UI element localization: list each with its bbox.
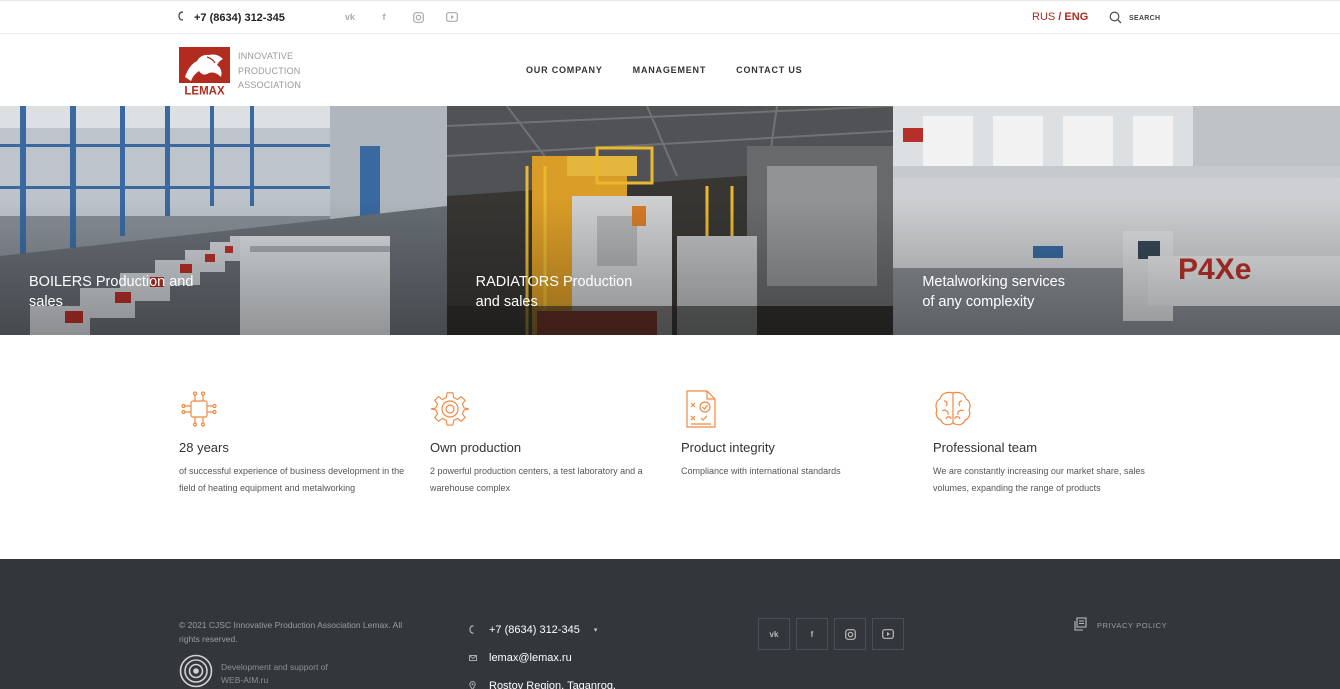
logo-text: LEMAX bbox=[184, 86, 225, 97]
privacy-label: PRIVACY POLICY bbox=[1097, 620, 1168, 630]
top-phone[interactable]: +7 (8634) 312-345 bbox=[178, 11, 285, 24]
tagline-line-1: INNOVATIVE bbox=[238, 51, 294, 61]
feature-title: Product integrity bbox=[681, 440, 775, 455]
feature-description: Compliance with international standards bbox=[681, 466, 841, 476]
hero-panel-radiators[interactable]: RADIATORS Production and sales bbox=[446, 106, 894, 335]
logo-tagline: INNOVATIVE PRODUCTION ASSOCIATION bbox=[238, 49, 301, 93]
developer-text: Development and support of WEB-AIM.ru bbox=[221, 661, 328, 687]
facebook-icon[interactable]: f bbox=[377, 10, 391, 24]
hero-caption-metalworking: Metalworking services of any complexity bbox=[922, 272, 1065, 312]
footer-address-row: Rostov Region, Taganrog, bbox=[469, 672, 616, 689]
tagline-line-2: PRODUCTION bbox=[238, 65, 301, 76]
copyright-text: © 2021 CJSC Innovative Production Associ… bbox=[179, 620, 403, 644]
lang-rus[interactable]: RUS bbox=[1032, 11, 1055, 23]
footer-email-row[interactable]: lemax@lemax.ru bbox=[469, 644, 616, 672]
gear-icon bbox=[430, 389, 470, 429]
feature-integrity: Product integrity Compliance with intern… bbox=[681, 389, 921, 480]
caption-line: of any complexity bbox=[922, 294, 1035, 310]
nav-management[interactable]: MANAGEMENT bbox=[633, 65, 707, 75]
top-bar: +7 (8634) 312-345 vk f RUS / ENG SEARCH bbox=[0, 0, 1340, 34]
youtube-icon[interactable] bbox=[872, 618, 904, 650]
tagline-line-3: ASSOCIATION bbox=[238, 80, 302, 90]
hero-panels: BOILERS Production and sales RADIATORS P… bbox=[0, 106, 1340, 335]
main-nav: OUR COMPANY MANAGEMENT CONTACT US bbox=[526, 65, 802, 75]
lemax-logo[interactable]: LEMAX bbox=[179, 47, 230, 98]
feature-description: We are constantly increasing our market … bbox=[933, 466, 1145, 493]
lang-eng[interactable]: ENG bbox=[1064, 11, 1088, 23]
caption-line: BOILERS Production and bbox=[29, 274, 194, 290]
footer-social-links: vk f bbox=[758, 618, 904, 650]
instagram-icon[interactable] bbox=[834, 618, 866, 650]
vk-icon[interactable]: vk bbox=[343, 10, 357, 24]
web-aim-logo-icon bbox=[179, 654, 213, 689]
footer-contacts: +7 (8634) 312-345 ▾ lemax@lemax.ru Rosto… bbox=[469, 616, 616, 689]
feature-years: 28 years of successful experience of bus… bbox=[179, 389, 419, 497]
hero-caption-radiators: RADIATORS Production and sales bbox=[476, 272, 633, 312]
caption-line: RADIATORS Production bbox=[475, 274, 633, 290]
top-phone-number[interactable]: +7 (8634) 312-345 bbox=[194, 12, 285, 24]
main-header: LEMAX INNOVATIVE PRODUCTION ASSOCIATION … bbox=[0, 34, 1340, 106]
features-section: 28 years of successful experience of bus… bbox=[0, 335, 1340, 559]
caption-line: and sales bbox=[475, 294, 538, 310]
footer-address: Rostov Region, Taganrog, bbox=[489, 680, 616, 689]
language-switch: RUS / ENG bbox=[1032, 11, 1088, 23]
feature-description: of successful experience of business dev… bbox=[179, 466, 405, 493]
developer-credit[interactable]: Development and support of WEB-AIM.ru bbox=[179, 654, 328, 689]
search-button[interactable]: SEARCH bbox=[1109, 11, 1160, 26]
caption-line: sales bbox=[29, 294, 63, 310]
hero-panel-metalworking[interactable]: P4Xe Metalworking services of any comple… bbox=[893, 106, 1340, 335]
hero-caption-boilers: BOILERS Production and sales bbox=[29, 272, 193, 312]
brain-icon bbox=[933, 389, 973, 429]
nav-our-company[interactable]: OUR COMPANY bbox=[526, 65, 603, 75]
hero-panel-boilers[interactable]: BOILERS Production and sales bbox=[0, 106, 447, 335]
chip-icon bbox=[179, 389, 219, 429]
feature-title: 28 years bbox=[179, 440, 229, 455]
checklist-icon bbox=[681, 389, 721, 429]
feature-title: Own production bbox=[430, 440, 522, 455]
developer-link[interactable]: WEB-AIM.ru bbox=[221, 674, 328, 687]
phone-icon bbox=[469, 624, 477, 636]
instagram-icon[interactable] bbox=[411, 10, 425, 24]
document-icon bbox=[1073, 617, 1088, 633]
vk-icon[interactable]: vk bbox=[758, 618, 790, 650]
feature-description: 2 powerful production centers, a test la… bbox=[430, 466, 643, 493]
search-icon bbox=[1109, 11, 1122, 26]
location-pin-icon bbox=[469, 680, 477, 689]
footer-phone-row[interactable]: +7 (8634) 312-345 ▾ bbox=[469, 616, 616, 644]
feature-team: Professional team We are constantly incr… bbox=[933, 389, 1173, 497]
privacy-policy-link[interactable]: PRIVACY POLICY bbox=[1073, 617, 1167, 633]
youtube-icon[interactable] bbox=[445, 10, 459, 24]
feature-production: Own production 2 powerful production cen… bbox=[430, 389, 670, 497]
developer-line: Development and support of bbox=[221, 661, 328, 672]
phone-icon bbox=[178, 11, 186, 24]
nav-contact-us[interactable]: CONTACT US bbox=[736, 65, 802, 75]
caption-line: Metalworking services bbox=[922, 274, 1065, 290]
top-social-links: vk f bbox=[343, 10, 459, 24]
feature-title: Professional team bbox=[933, 440, 1038, 455]
chevron-down-icon[interactable]: ▾ bbox=[594, 626, 598, 634]
lang-separator: / bbox=[1058, 11, 1062, 23]
footer-phone[interactable]: +7 (8634) 312-345 bbox=[489, 624, 580, 636]
footer-email[interactable]: lemax@lemax.ru bbox=[489, 652, 572, 664]
search-label: SEARCH bbox=[1129, 15, 1161, 22]
mail-icon bbox=[469, 654, 477, 663]
site-footer: © 2021 CJSC Innovative Production Associ… bbox=[0, 559, 1340, 689]
facebook-icon[interactable]: f bbox=[796, 618, 828, 650]
